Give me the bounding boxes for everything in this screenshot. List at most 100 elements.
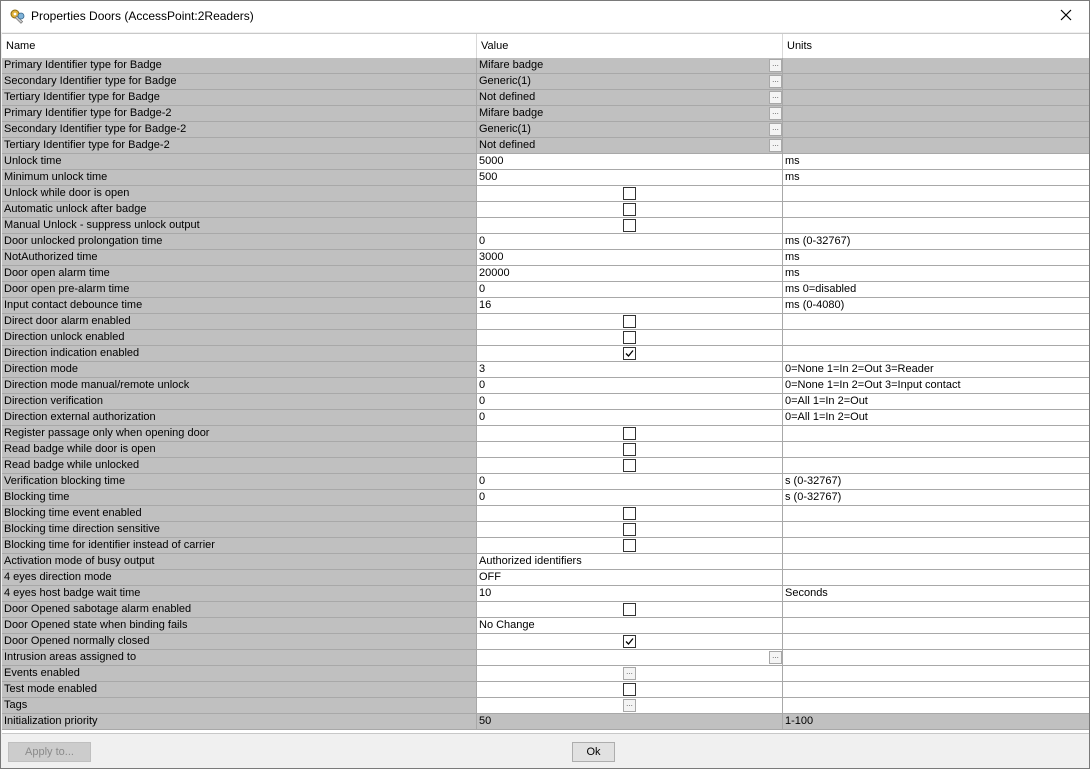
ellipsis-button[interactable]: ...: [623, 699, 636, 712]
property-value[interactable]: [477, 330, 783, 345]
ellipsis-button[interactable]: ...: [769, 139, 782, 152]
table-row[interactable]: Blocking time 0 s (0-32767): [2, 490, 1089, 506]
table-row[interactable]: Activation mode of busy output Authorized…: [2, 554, 1089, 570]
property-checkbox[interactable]: [623, 603, 636, 616]
property-value[interactable]: No Change: [477, 618, 783, 633]
table-row[interactable]: Door Opened normally closed: [2, 634, 1089, 650]
table-row[interactable]: Direct door alarm enabled: [2, 314, 1089, 330]
property-checkbox[interactable]: [623, 347, 636, 360]
table-row[interactable]: Primary Identifier type for Badge Mifare …: [2, 58, 1089, 74]
table-row[interactable]: Unlock time 5000 ms: [2, 154, 1089, 170]
property-value[interactable]: 500: [477, 170, 783, 185]
table-row[interactable]: Register passage only when opening door: [2, 426, 1089, 442]
table-row[interactable]: Door open pre-alarm time 0 ms 0=disabled: [2, 282, 1089, 298]
table-row[interactable]: Automatic unlock after badge: [2, 202, 1089, 218]
table-row[interactable]: Direction external authorization 0 0=All 1…: [2, 410, 1089, 426]
table-row[interactable]: Door Opened state when binding fails No C…: [2, 618, 1089, 634]
property-value[interactable]: [477, 538, 783, 553]
property-value[interactable]: [477, 442, 783, 457]
property-value[interactable]: 16: [477, 298, 783, 313]
table-row[interactable]: Direction unlock enabled: [2, 330, 1089, 346]
table-row[interactable]: Direction mode 3 0=None 1=In 2=Out 3=Reade…: [2, 362, 1089, 378]
property-value[interactable]: [477, 602, 783, 617]
ellipsis-button[interactable]: ...: [769, 59, 782, 72]
header-value[interactable]: Value: [477, 34, 783, 58]
property-value[interactable]: [477, 458, 783, 473]
property-value[interactable]: [477, 506, 783, 521]
table-row[interactable]: Unlock while door is open: [2, 186, 1089, 202]
property-checkbox[interactable]: [623, 683, 636, 696]
property-checkbox[interactable]: [623, 539, 636, 552]
property-checkbox[interactable]: [623, 427, 636, 440]
property-value[interactable]: 5000: [477, 154, 783, 169]
property-value[interactable]: 0: [477, 234, 783, 249]
table-row[interactable]: Secondary Identifier type for Badge-2 Gen…: [2, 122, 1089, 138]
table-row[interactable]: Intrusion areas assigned to...: [2, 650, 1089, 666]
table-row[interactable]: Tags...: [2, 698, 1089, 714]
table-row[interactable]: Initialization priority 50 1-100: [2, 714, 1089, 730]
property-checkbox[interactable]: [623, 187, 636, 200]
table-row[interactable]: Door unlocked prolongation time 0 ms (0-32…: [2, 234, 1089, 250]
property-value[interactable]: [477, 426, 783, 441]
property-value[interactable]: Mifare badge...: [477, 58, 783, 73]
property-checkbox[interactable]: [623, 459, 636, 472]
table-row[interactable]: Events enabled...: [2, 666, 1089, 682]
table-row[interactable]: 4 eyes direction mode OFF: [2, 570, 1089, 586]
table-row[interactable]: Minimum unlock time 500 ms: [2, 170, 1089, 186]
property-checkbox[interactable]: [623, 523, 636, 536]
property-checkbox[interactable]: [623, 203, 636, 216]
property-value[interactable]: [477, 186, 783, 201]
property-checkbox[interactable]: [623, 443, 636, 456]
property-value[interactable]: Generic(1)...: [477, 122, 783, 137]
property-value[interactable]: 10: [477, 586, 783, 601]
ok-button[interactable]: Ok: [572, 742, 615, 762]
property-value[interactable]: 0: [477, 410, 783, 425]
property-value[interactable]: Not defined...: [477, 138, 783, 153]
property-value[interactable]: ...: [477, 698, 783, 713]
apply-to-button[interactable]: Apply to...: [8, 742, 91, 762]
property-value[interactable]: 0: [477, 490, 783, 505]
property-value[interactable]: 3: [477, 362, 783, 377]
property-checkbox[interactable]: [623, 315, 636, 328]
table-row[interactable]: Secondary Identifier type for Badge Gener…: [2, 74, 1089, 90]
property-value[interactable]: OFF: [477, 570, 783, 585]
property-value[interactable]: ...: [477, 666, 783, 681]
property-checkbox[interactable]: [623, 331, 636, 344]
table-row[interactable]: Test mode enabled: [2, 682, 1089, 698]
table-row[interactable]: Door Opened sabotage alarm enabled: [2, 602, 1089, 618]
property-value[interactable]: [477, 346, 783, 361]
property-value[interactable]: [477, 218, 783, 233]
table-row[interactable]: Tertiary Identifier type for Badge-2 Not …: [2, 138, 1089, 154]
property-value[interactable]: 0: [477, 474, 783, 489]
property-value[interactable]: 0: [477, 394, 783, 409]
table-row[interactable]: Primary Identifier type for Badge-2 Mifar…: [2, 106, 1089, 122]
property-checkbox[interactable]: [623, 507, 636, 520]
table-row[interactable]: Tertiary Identifier type for Badge Not de…: [2, 90, 1089, 106]
property-value[interactable]: Not defined...: [477, 90, 783, 105]
table-row[interactable]: Read badge while unlocked: [2, 458, 1089, 474]
close-button[interactable]: [1043, 1, 1089, 32]
ellipsis-button[interactable]: ...: [623, 667, 636, 680]
property-value[interactable]: 20000: [477, 266, 783, 281]
ellipsis-button[interactable]: ...: [769, 651, 782, 664]
table-row[interactable]: Direction indication enabled: [2, 346, 1089, 362]
property-value[interactable]: [477, 682, 783, 697]
property-value[interactable]: [477, 634, 783, 649]
table-row[interactable]: Verification blocking time 0 s (0-32767): [2, 474, 1089, 490]
ellipsis-button[interactable]: ...: [769, 75, 782, 88]
property-value[interactable]: Authorized identifiers: [477, 554, 783, 569]
property-value[interactable]: 0: [477, 378, 783, 393]
ellipsis-button[interactable]: ...: [769, 91, 782, 104]
table-row[interactable]: 4 eyes host badge wait time 10 Seconds: [2, 586, 1089, 602]
table-row[interactable]: Manual Unlock - suppress unlock output: [2, 218, 1089, 234]
table-row[interactable]: Direction mode manual/remote unlock 0 0=No…: [2, 378, 1089, 394]
header-units[interactable]: Units: [783, 34, 1089, 58]
table-row[interactable]: Direction verification 0 0=All 1=In 2=Out: [2, 394, 1089, 410]
ellipsis-button[interactable]: ...: [769, 107, 782, 120]
property-value[interactable]: [477, 314, 783, 329]
property-value[interactable]: 3000: [477, 250, 783, 265]
property-checkbox[interactable]: [623, 635, 636, 648]
property-value[interactable]: Generic(1)...: [477, 74, 783, 89]
property-value[interactable]: ...: [477, 650, 783, 665]
table-row[interactable]: Door open alarm time 20000 ms: [2, 266, 1089, 282]
